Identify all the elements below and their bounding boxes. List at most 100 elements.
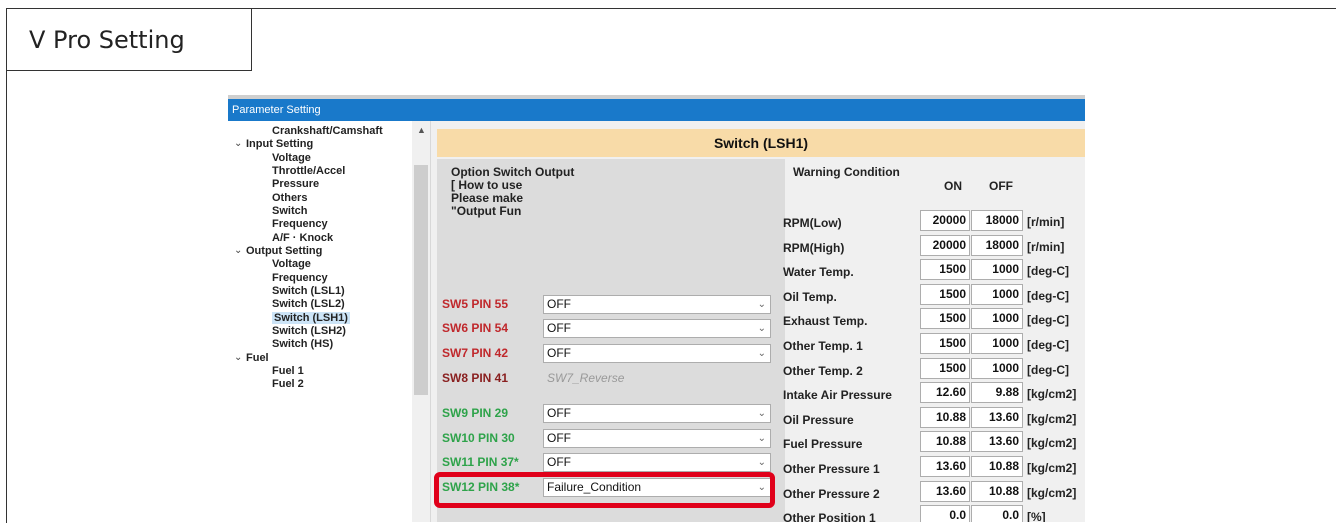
warning-row-label: Other Temp. 1 — [783, 339, 863, 353]
warning-row-label: Exhaust Temp. — [783, 314, 868, 328]
warning-row-label: Oil Temp. — [783, 290, 837, 304]
warning-off-input[interactable]: 10.88 — [971, 456, 1023, 477]
warning-unit: [kg/cm2] — [1027, 486, 1077, 500]
tree-item[interactable]: Input Setting — [246, 138, 313, 150]
tree-item[interactable]: Fuel 1 — [272, 365, 304, 377]
warning-on-input[interactable]: 20000 — [920, 210, 970, 231]
warning-title: Warning Condition — [793, 165, 900, 179]
warning-off-input[interactable]: 10.88 — [971, 481, 1023, 502]
chevron-down-icon[interactable]: ⌄ — [758, 405, 766, 422]
chevron-down-icon[interactable]: ⌄ — [234, 352, 242, 363]
tree-item[interactable]: Throttle/Accel — [272, 165, 345, 177]
warning-on-input[interactable]: 12.60 — [920, 382, 970, 403]
screenshot-window: Parameter Setting Crankshaft/Camshaft ⌄ In… — [228, 95, 1085, 522]
tree-item[interactable]: A/F · Knock — [272, 232, 333, 244]
switch-select[interactable]: OFF ⌄ — [543, 295, 771, 314]
chevron-down-icon[interactable]: ⌄ — [758, 454, 766, 471]
chevron-down-icon[interactable]: ⌄ — [234, 138, 242, 149]
warning-unit: [deg-C] — [1027, 264, 1069, 278]
highlight-callout — [434, 472, 775, 508]
warning-on-input[interactable]: 1500 — [920, 284, 970, 305]
tree-item[interactable]: Frequency — [272, 272, 328, 284]
warning-unit: [r/min] — [1027, 215, 1065, 229]
warning-on-input[interactable]: 10.88 — [920, 407, 970, 428]
chevron-down-icon[interactable]: ⌄ — [234, 245, 242, 256]
switch-select-value: OFF — [547, 297, 571, 311]
warning-unit: [kg/cm2] — [1027, 461, 1077, 475]
col-off-header: OFF — [989, 179, 1013, 193]
warning-off-input[interactable]: 1000 — [971, 333, 1023, 354]
warning-on-input[interactable]: 0.0 — [920, 505, 970, 522]
warning-on-input[interactable]: 13.60 — [920, 481, 970, 502]
switch-select-value: OFF — [547, 406, 571, 420]
warning-row-label: RPM(Low) — [783, 216, 842, 230]
warning-row-label: Other Temp. 2 — [783, 364, 863, 378]
tree-item[interactable]: Switch (LSL1) — [272, 285, 345, 297]
switch-select-value: SW7_Reverse — [547, 371, 625, 385]
warning-off-input[interactable]: 0.0 — [971, 505, 1023, 522]
warning-on-input[interactable]: 1500 — [920, 333, 970, 354]
tree-item[interactable]: Fuel — [246, 352, 269, 364]
tree-item[interactable]: Switch — [272, 205, 307, 217]
window-titlebar: Parameter Setting — [228, 99, 1085, 121]
col-on-header: ON — [944, 179, 962, 193]
tree-item[interactable]: Others — [272, 192, 307, 204]
warning-off-input[interactable]: 13.60 — [971, 431, 1023, 452]
chevron-down-icon[interactable]: ⌄ — [758, 345, 766, 362]
switch-pin-label: SW10 PIN 30 — [442, 431, 515, 445]
tree-item[interactable]: Output Setting — [246, 245, 322, 257]
option-line-1: [ How to use — [451, 178, 523, 192]
chevron-down-icon[interactable]: ⌄ — [758, 320, 766, 337]
chevron-down-icon[interactable]: ⌄ — [758, 296, 766, 313]
warning-on-input[interactable]: 20000 — [920, 235, 970, 256]
warning-off-input[interactable]: 18000 — [971, 235, 1023, 256]
switch-select-value: OFF — [547, 455, 571, 469]
tree-item[interactable]: Voltage — [272, 258, 311, 270]
warning-unit: [deg-C] — [1027, 338, 1069, 352]
chevron-down-icon[interactable]: ⌄ — [758, 430, 766, 447]
tree-item[interactable]: Frequency — [272, 218, 328, 230]
warning-row-label: Oil Pressure — [783, 413, 854, 427]
tree-item[interactable]: Pressure — [272, 178, 319, 190]
switch-select[interactable]: OFF ⌄ — [543, 319, 771, 338]
tree-item[interactable]: Voltage — [272, 152, 311, 164]
tree-item[interactable]: Switch (HS) — [272, 338, 333, 350]
warning-on-input[interactable]: 1500 — [920, 259, 970, 280]
tree-scrollbar[interactable]: ▲ — [412, 121, 430, 522]
warning-unit: [deg-C] — [1027, 289, 1069, 303]
tree-item[interactable]: Switch (LSH1) — [272, 312, 350, 324]
warning-unit: [r/min] — [1027, 240, 1065, 254]
warning-on-input[interactable]: 13.60 — [920, 456, 970, 477]
warning-unit: [kg/cm2] — [1027, 412, 1077, 426]
switch-select-value: OFF — [547, 431, 571, 445]
scroll-up-arrow-icon[interactable]: ▲ — [417, 125, 426, 135]
tree-item[interactable]: Fuel 2 — [272, 378, 304, 390]
warning-row-label: Other Position 1 — [783, 511, 876, 522]
switch-pin-label: SW8 PIN 41 — [442, 371, 509, 385]
tree-item[interactable]: Crankshaft/Camshaft — [272, 125, 383, 137]
warning-off-input[interactable]: 18000 — [971, 210, 1023, 231]
warning-on-input[interactable]: 1500 — [920, 308, 970, 329]
switch-pin-label: SW6 PIN 54 — [442, 321, 509, 335]
warning-on-input[interactable]: 1500 — [920, 358, 970, 379]
switch-select[interactable]: OFF ⌄ — [543, 453, 771, 472]
warning-off-input[interactable]: 1000 — [971, 284, 1023, 305]
tree-item[interactable]: Switch (LSL2) — [272, 298, 345, 310]
warning-row-label: RPM(High) — [783, 241, 845, 255]
switch-pin-label: SW7 PIN 42 — [442, 346, 509, 360]
switch-pin-label: SW11 PIN 37* — [442, 455, 519, 469]
warning-unit: [%] — [1027, 510, 1046, 522]
warning-off-input[interactable]: 9.88 — [971, 382, 1023, 403]
warning-off-input[interactable]: 13.60 — [971, 407, 1023, 428]
tree-item[interactable]: Switch (LSH2) — [272, 325, 346, 337]
warning-on-input[interactable]: 10.88 — [920, 431, 970, 452]
warning-off-input[interactable]: 1000 — [971, 358, 1023, 379]
switch-select[interactable]: OFF ⌄ — [543, 404, 771, 423]
warning-row-label: Fuel Pressure — [783, 437, 863, 451]
warning-off-input[interactable]: 1000 — [971, 259, 1023, 280]
warning-off-input[interactable]: 1000 — [971, 308, 1023, 329]
switch-select[interactable]: OFF ⌄ — [543, 344, 771, 363]
switch-select[interactable]: OFF ⌄ — [543, 429, 771, 448]
warning-row-label: Other Pressure 2 — [783, 487, 880, 501]
scroll-thumb[interactable] — [414, 165, 428, 395]
